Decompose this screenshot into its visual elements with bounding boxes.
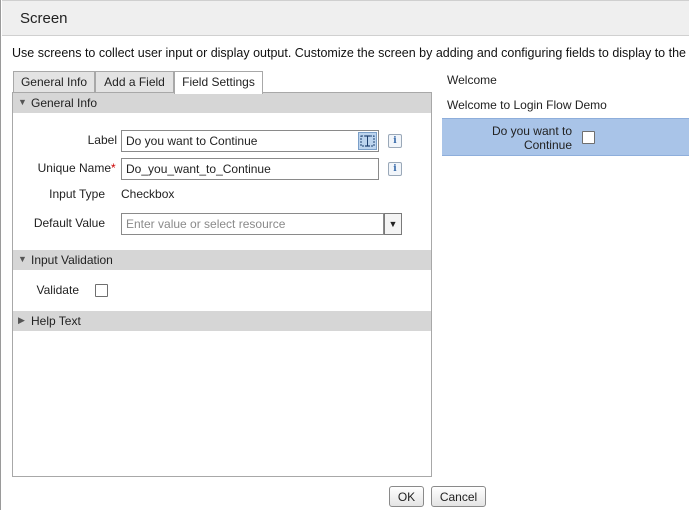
input-type-value: Checkbox bbox=[121, 187, 175, 201]
input-type-caption: Input Type bbox=[49, 187, 105, 201]
field-settings-panel: ▼ General Info Label Do you want to Cont… bbox=[12, 92, 432, 477]
preview-checkbox-field[interactable]: Do you want to Continue bbox=[442, 118, 689, 156]
default-value-caption: Default Value bbox=[33, 216, 105, 230]
section-help-text-header[interactable]: ▶ Help Text bbox=[13, 311, 431, 331]
dialog-description: Use screens to collect user input or dis… bbox=[12, 46, 689, 60]
required-marker: * bbox=[111, 161, 116, 175]
tab-add-a-field[interactable]: Add a Field bbox=[95, 71, 174, 92]
unique-name-info-icon[interactable]: i bbox=[388, 162, 402, 176]
collapse-triangle-icon: ▼ bbox=[18, 97, 27, 107]
ok-button[interactable]: OK bbox=[389, 486, 424, 507]
validate-checkbox[interactable] bbox=[95, 284, 108, 297]
validate-caption: Validate bbox=[36, 283, 79, 297]
dialog-title: Screen bbox=[20, 10, 68, 27]
screen-dialog: Screen Use screens to collect user input… bbox=[0, 0, 689, 510]
expand-triangle-icon: ▶ bbox=[18, 315, 25, 325]
section-help-text-title: Help Text bbox=[31, 314, 81, 328]
preview-heading: Welcome bbox=[447, 73, 497, 87]
tab-field-settings[interactable]: Field Settings bbox=[174, 71, 263, 94]
preview-field-label: Do you want to Continue bbox=[491, 124, 572, 152]
section-input-validation-header[interactable]: ▼ Input Validation bbox=[13, 250, 431, 270]
default-value-input[interactable]: Enter value or select resource bbox=[121, 213, 384, 235]
preview-message: Welcome to Login Flow Demo bbox=[447, 98, 607, 112]
section-general-info-title: General Info bbox=[31, 96, 98, 110]
default-value-dropdown-button[interactable]: ▼ bbox=[384, 213, 402, 235]
label-caption: Label bbox=[87, 133, 117, 147]
cancel-button[interactable]: Cancel bbox=[431, 486, 486, 507]
section-general-info-header[interactable]: ▼ General Info bbox=[13, 93, 431, 113]
tab-general-info[interactable]: General Info bbox=[13, 71, 95, 92]
dialog-titlebar: Screen bbox=[2, 0, 689, 36]
unique-name-caption: Unique Name bbox=[37, 161, 111, 175]
chevron-down-icon: ▼ bbox=[388, 219, 398, 229]
resource-picker-button[interactable] bbox=[358, 132, 377, 150]
label-info-icon[interactable]: i bbox=[388, 134, 402, 148]
resource-picker-icon bbox=[360, 135, 375, 147]
collapse-triangle-icon: ▼ bbox=[18, 254, 27, 264]
preview-checkbox[interactable] bbox=[582, 131, 595, 144]
unique-name-input[interactable]: Do_you_want_to_Continue bbox=[121, 158, 379, 180]
section-input-validation-title: Input Validation bbox=[31, 253, 113, 267]
label-input[interactable]: Do you want to Continue bbox=[121, 130, 379, 152]
